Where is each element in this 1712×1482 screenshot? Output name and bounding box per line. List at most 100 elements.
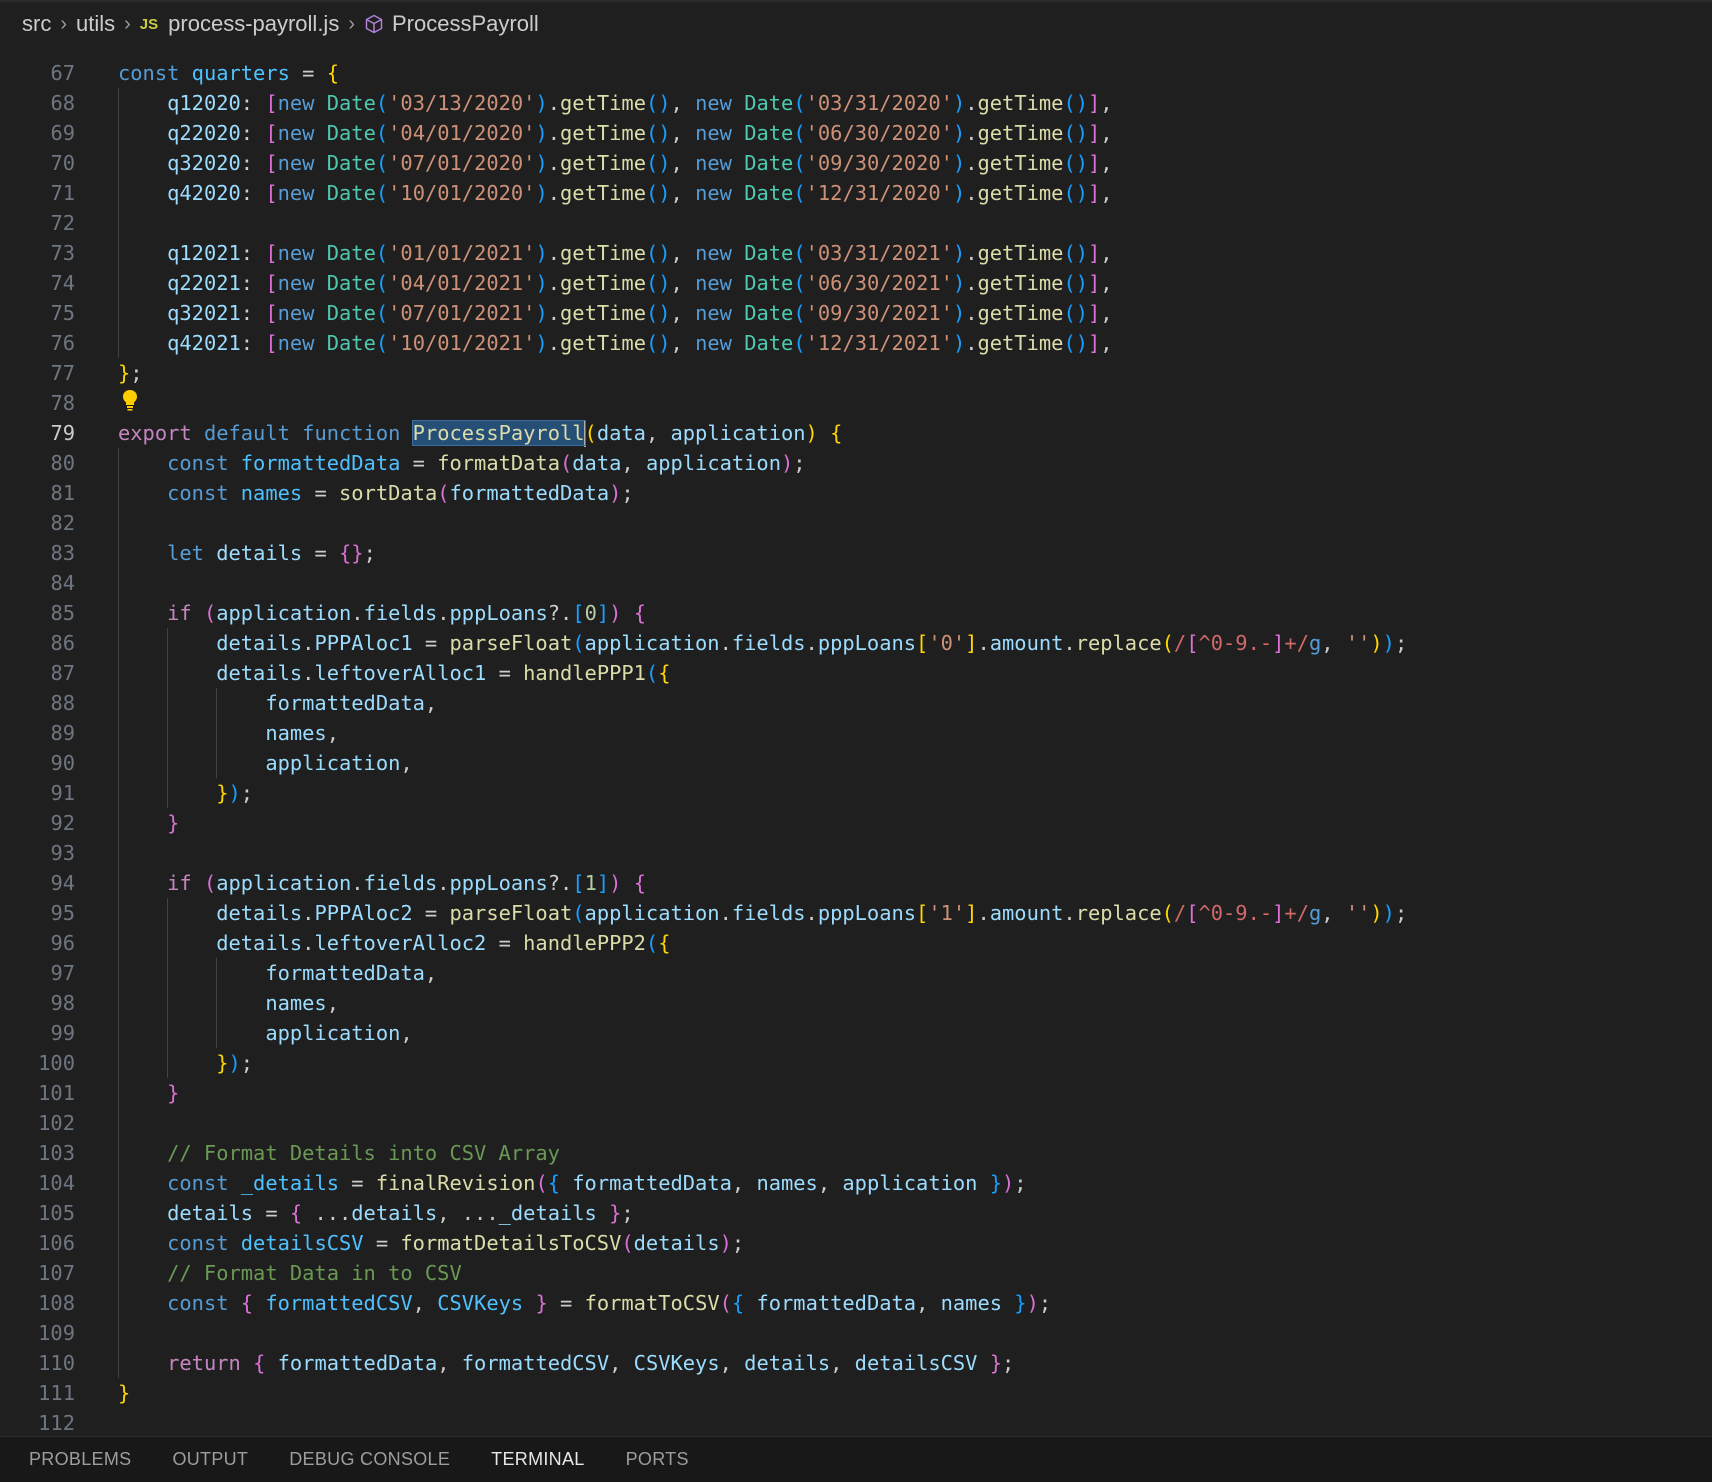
code-line-68[interactable]: 68 q12020: [new Date('03/13/2020').getTi… [0, 88, 1712, 118]
code-line-95[interactable]: 95 details.PPPAloc2 = parseFloat(applica… [0, 898, 1712, 928]
breadcrumb-file[interactable]: process-payroll.js [168, 11, 339, 37]
code-text: const quarters = { [118, 61, 340, 85]
code-line-89[interactable]: 89 names, [0, 718, 1712, 748]
tab-terminal[interactable]: TERMINAL [491, 1449, 584, 1470]
code-text: q42020: [new Date('10/01/2020').getTime(… [167, 181, 1113, 205]
line-number: 85 [50, 601, 75, 625]
code-line-91[interactable]: 91 }); [0, 778, 1712, 808]
line-number: 94 [50, 871, 75, 895]
code-line-94[interactable]: 94 if (application.fields.pppLoans?.[1])… [0, 868, 1712, 898]
line-number: 80 [50, 451, 75, 475]
line-number: 100 [38, 1051, 75, 1075]
line-number: 102 [38, 1111, 75, 1135]
line-number: 112 [38, 1411, 75, 1435]
chevron-right-icon: › [348, 12, 355, 35]
code-text: q32021: [new Date('07/01/2021').getTime(… [167, 301, 1113, 325]
code-line-97[interactable]: 97 formattedData, [0, 958, 1712, 988]
code-line-109[interactable]: 109 [0, 1318, 1712, 1348]
code-line-76[interactable]: 76 q42021: [new Date('10/01/2021').getTi… [0, 328, 1712, 358]
code-line-81[interactable]: 81 const names = sortData(formattedData)… [0, 478, 1712, 508]
code-text: names, [265, 721, 339, 745]
code-text: const { formattedCSV, CSVKeys } = format… [167, 1291, 1052, 1315]
code-text: if (application.fields.pppLoans?.[1]) { [167, 871, 646, 895]
code-line-77[interactable]: 77}; [0, 358, 1712, 388]
code-line-82[interactable]: 82 [0, 508, 1712, 538]
line-number: 109 [38, 1321, 75, 1345]
code-line-111[interactable]: 111} [0, 1378, 1712, 1408]
line-number: 79 [50, 421, 75, 445]
code-line-96[interactable]: 96 details.leftoverAlloc2 = handlePPP2({ [0, 928, 1712, 958]
code-text: // Format Details into CSV Array [118, 1141, 560, 1165]
line-number: 67 [50, 61, 75, 85]
line-number: 97 [50, 961, 75, 985]
code-text: // Format Data in to CSV [118, 1261, 462, 1285]
code-text: formattedData, [265, 691, 438, 715]
line-number: 72 [50, 211, 75, 235]
tab-ports[interactable]: PORTS [626, 1449, 689, 1470]
code-line-105[interactable]: 105 details = { ...details, ..._details … [0, 1198, 1712, 1228]
code-line-98[interactable]: 98 names, [0, 988, 1712, 1018]
code-text: names, [265, 991, 339, 1015]
code-line-84[interactable]: 84 [0, 568, 1712, 598]
code-line-72[interactable]: 72 [0, 208, 1712, 238]
code-text: details.PPPAloc1 = parseFloat(applicatio… [216, 631, 1408, 655]
code-line-108[interactable]: 108 const { formattedCSV, CSVKeys } = fo… [0, 1288, 1712, 1318]
code-line-69[interactable]: 69 q22020: [new Date('04/01/2020').getTi… [0, 118, 1712, 148]
code-line-86[interactable]: 86 details.PPPAloc1 = parseFloat(applica… [0, 628, 1712, 658]
code-line-78[interactable]: 78 [0, 388, 1712, 418]
tab-output[interactable]: OUTPUT [172, 1449, 248, 1470]
code-line-67[interactable]: 67 const quarters = { [0, 58, 1712, 88]
indent-guide [118, 88, 119, 358]
code-line-100[interactable]: 100 }); [0, 1048, 1712, 1078]
code-text: } [167, 811, 180, 835]
breadcrumb-symbol[interactable]: ProcessPayroll [392, 11, 539, 37]
breadcrumb-folder-utils[interactable]: utils [76, 11, 115, 37]
line-number: 78 [50, 391, 75, 415]
code-line-80[interactable]: 80 const formattedData = formatData(data… [0, 448, 1712, 478]
code-line-99[interactable]: 99 application, [0, 1018, 1712, 1048]
code-text: const _details = finalRevision({ formatt… [167, 1171, 1027, 1195]
code-line-70[interactable]: 70 q32020: [new Date('07/01/2020').getTi… [0, 148, 1712, 178]
line-number: 108 [38, 1291, 75, 1315]
code-text: const formattedData = formatData(data, a… [167, 451, 806, 475]
code-text: return { formattedData, formattedCSV, CS… [167, 1351, 1015, 1375]
code-editor[interactable]: 67 const quarters = { 68 q12020: [new Date… [0, 46, 1712, 1436]
code-text: }; [118, 361, 143, 385]
code-line-102[interactable]: 102 [0, 1108, 1712, 1138]
code-line-101[interactable]: 101 } [0, 1078, 1712, 1108]
code-line-104[interactable]: 104 const _details = finalRevision({ for… [0, 1168, 1712, 1198]
code-line-107[interactable]: 107 // Format Data in to CSV [0, 1258, 1712, 1288]
tab-problems[interactable]: PROBLEMS [29, 1449, 131, 1470]
code-line-110[interactable]: 110 return { formattedData, formattedCSV… [0, 1348, 1712, 1378]
code-text: application, [265, 1021, 413, 1045]
line-number: 74 [50, 271, 75, 295]
indent-guide [216, 688, 218, 778]
code-line-71[interactable]: 71 q42020: [new Date('10/01/2020').getTi… [0, 178, 1712, 208]
code-line-74[interactable]: 74 q22021: [new Date('04/01/2021').getTi… [0, 268, 1712, 298]
code-line-103[interactable]: 103 // Format Details into CSV Array [0, 1138, 1712, 1168]
line-number: 91 [50, 781, 75, 805]
code-line-112[interactable]: 112 [0, 1408, 1712, 1436]
line-number: 111 [38, 1381, 75, 1405]
code-text: details = { ...details, ..._details }; [167, 1201, 634, 1225]
code-line-106[interactable]: 106 const detailsCSV = formatDetailsToCS… [0, 1228, 1712, 1258]
code-line-75[interactable]: 75 q32021: [new Date('07/01/2021').getTi… [0, 298, 1712, 328]
code-line-73[interactable]: 73 q12021: [new Date('01/01/2021').getTi… [0, 238, 1712, 268]
code-line-88[interactable]: 88 formattedData, [0, 688, 1712, 718]
code-line-79[interactable]: 79 export default function ProcessPayroll… [0, 418, 1712, 448]
code-line-92[interactable]: 92 } [0, 808, 1712, 838]
code-line-93[interactable]: 93 [0, 838, 1712, 868]
breadcrumb-folder-src[interactable]: src [22, 11, 51, 37]
line-number: 105 [38, 1201, 75, 1225]
code-line-87[interactable]: 87 details.leftoverAlloc1 = handlePPP1({ [0, 658, 1712, 688]
tab-debug-console[interactable]: DEBUG CONSOLE [289, 1449, 450, 1470]
line-number: 86 [50, 631, 75, 655]
code-line-90[interactable]: 90 application, [0, 748, 1712, 778]
code-text: const detailsCSV = formatDetailsToCSV(de… [167, 1231, 745, 1255]
code-line-85[interactable]: 85 if (application.fields.pppLoans?.[0])… [0, 598, 1712, 628]
line-number: 107 [38, 1261, 75, 1285]
code-line-83[interactable]: 83 let details = {}; [0, 538, 1712, 568]
code-text: q42021: [new Date('10/01/2021').getTime(… [167, 331, 1113, 355]
code-text: details.leftoverAlloc1 = handlePPP1({ [216, 661, 671, 685]
lightbulb-icon[interactable] [121, 388, 139, 420]
